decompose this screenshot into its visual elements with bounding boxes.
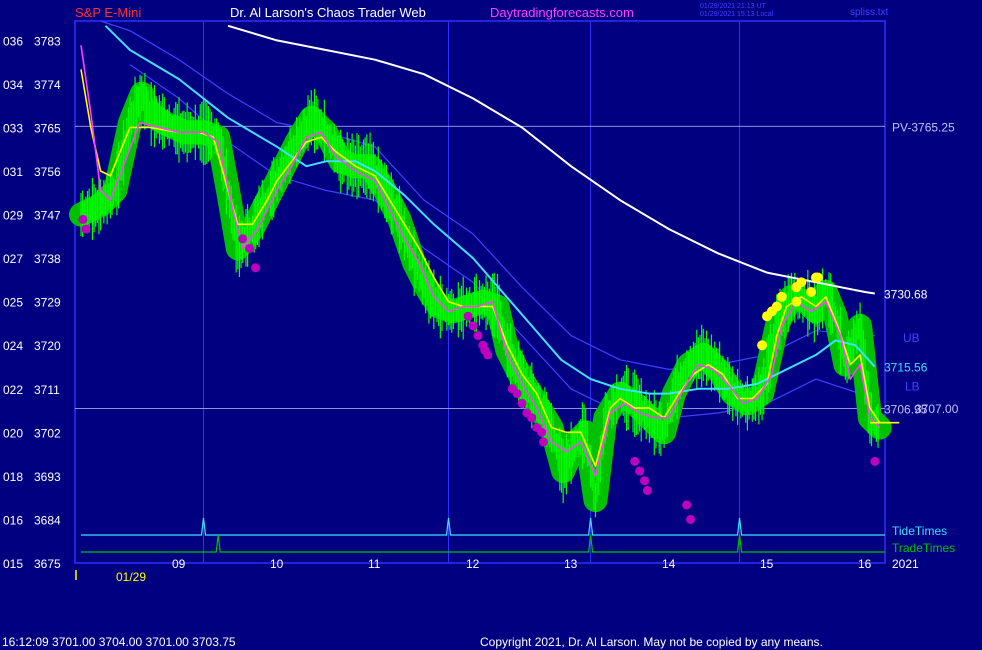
site-title[interactable]: Daytradingforecasts.com <box>490 5 634 20</box>
x-tick-09: 09 <box>172 557 186 571</box>
date-label: 01/29 <box>116 570 146 584</box>
y-tick-price-11: 3684 <box>34 513 61 527</box>
yellow-dot <box>757 340 768 351</box>
y-tick-price-2: 3765 <box>34 121 61 135</box>
timestamp-local: 01/29/2021 15:13 Local <box>700 11 774 18</box>
magenta-dot <box>539 437 549 447</box>
y-tick-code-5: 027 <box>3 252 23 266</box>
y-tick-price-9: 3702 <box>34 426 61 440</box>
magenta-dot <box>473 331 483 341</box>
long-average-label: 3730.68 <box>884 288 928 302</box>
y-tick-code-7: 024 <box>3 339 23 353</box>
tide-times-label: TideTimes <box>892 524 947 538</box>
y-tick-code-9: 020 <box>3 426 23 440</box>
magenta-dot <box>537 427 547 437</box>
y-tick-code-8: 022 <box>3 383 23 397</box>
magenta-dot <box>630 456 640 466</box>
x-tick-13: 13 <box>564 557 578 571</box>
y-tick-price-3: 3756 <box>34 165 61 179</box>
yellow-dot <box>776 291 787 302</box>
magenta-dot <box>468 321 478 331</box>
yellow-dot <box>796 277 807 288</box>
y-tick-price-0: 3783 <box>34 34 61 48</box>
magenta-dot <box>238 234 248 244</box>
magenta-dot <box>81 224 91 234</box>
level-label-a: 3706.95 <box>884 402 928 416</box>
y-tick-code-0: 036 <box>3 34 23 48</box>
data-filename: spliss.txt <box>850 7 889 18</box>
magenta-dot <box>686 514 696 524</box>
x-tick-11: 11 <box>368 557 381 571</box>
chart-canvas: S&P E-Mini Dr. Al Larson's Chaos Trader … <box>0 0 982 650</box>
yellow-dot <box>812 272 823 283</box>
magenta-dot <box>463 311 473 321</box>
magenta-dot <box>78 214 88 224</box>
magenta-dot <box>635 466 645 476</box>
magenta-dot <box>642 485 652 495</box>
x-tick-12: 12 <box>466 557 480 571</box>
yellow-dot <box>791 296 802 307</box>
magenta-dot <box>512 389 522 399</box>
pivot-level-label: PV-3765.25 <box>892 120 955 134</box>
y-tick-price-1: 3774 <box>34 78 61 92</box>
y-tick-price-5: 3738 <box>34 252 61 266</box>
magenta-dot <box>870 456 880 466</box>
y-tick-code-3: 031 <box>3 165 23 179</box>
y-tick-price-8: 3711 <box>34 383 60 397</box>
magenta-dot <box>245 243 255 253</box>
magenta-dot <box>483 350 493 360</box>
quote-line: 16:12:09 3701.00 3704.00 3701.00 3703.75 <box>2 635 236 649</box>
x-tick-16: 16 <box>858 557 872 571</box>
copyright-line: Copyright 2021, Dr. Al Larson. May not b… <box>480 635 823 649</box>
author-title: Dr. Al Larson's Chaos Trader Web <box>230 5 426 20</box>
y-tick-code-12: 015 <box>3 557 23 571</box>
ema-label: 3715.56 <box>884 361 928 375</box>
magenta-dot <box>527 413 537 423</box>
y-tick-code-1: 034 <box>3 78 23 92</box>
y-tick-code-11: 016 <box>3 513 23 527</box>
y-tick-price-12: 3675 <box>34 557 61 571</box>
yellow-dot <box>771 301 782 312</box>
y-tick-price-4: 3747 <box>34 209 61 223</box>
trade-times-label: TradeTimes <box>892 541 955 555</box>
y-tick-code-2: 033 <box>3 121 23 135</box>
x-tick-14: 14 <box>662 557 676 571</box>
upper-band-label: UB <box>903 331 920 345</box>
magenta-dot <box>640 476 649 486</box>
yellow-dot <box>806 287 817 297</box>
y-tick-code-4: 029 <box>3 209 23 223</box>
y-tick-price-6: 3729 <box>34 296 61 310</box>
y-tick-price-10: 3693 <box>34 470 61 484</box>
magenta-dot <box>250 263 260 273</box>
y-tick-code-10: 018 <box>3 470 23 484</box>
symbol-title: S&P E-Mini <box>75 5 141 20</box>
x-tick-10: 10 <box>270 557 284 571</box>
y-tick-code-6: 025 <box>3 296 23 310</box>
timestamp-ut: 01/29/2021 21:13 UT <box>700 3 766 10</box>
y-tick-price-7: 3720 <box>34 339 61 353</box>
lower-band-label: LB <box>905 379 920 393</box>
x-tick-15: 15 <box>760 557 774 571</box>
magenta-dot <box>682 500 692 510</box>
magenta-dot <box>517 398 527 408</box>
year-label: 2021 <box>892 557 919 571</box>
